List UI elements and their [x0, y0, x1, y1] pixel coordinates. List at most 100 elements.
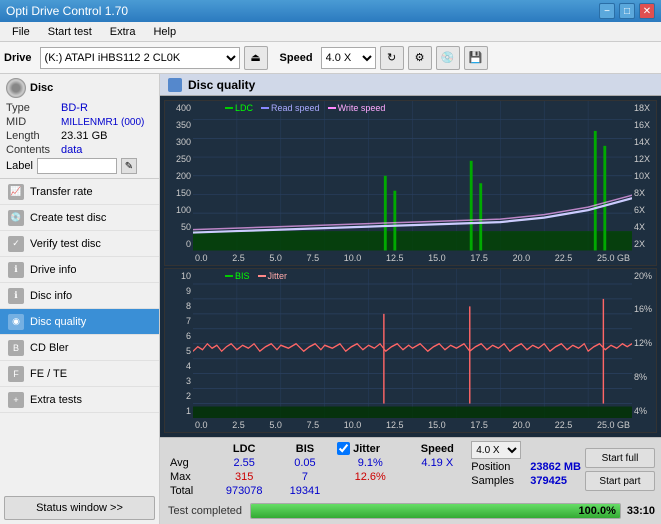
disc-info-panel: Disc Type BD-R MID MILLENMR1 (000) Lengt… [0, 74, 159, 179]
max-ldc: 315 [212, 470, 277, 484]
action-buttons: Start full Start part [585, 441, 655, 498]
cd-bler-icon: B [8, 340, 24, 356]
avg-label: Avg [166, 456, 212, 470]
position-value: 23862 MB [530, 461, 581, 473]
sidebar-item-fe-te[interactable]: F FE / TE [0, 361, 159, 387]
sidebar-item-create-test-disc[interactable]: 💿 Create test disc [0, 205, 159, 231]
contents-value: data [61, 144, 82, 156]
drive-label: Drive [4, 52, 32, 64]
close-button[interactable]: ✕ [639, 3, 655, 19]
charts-container: 400 350 300 250 200 150 100 50 0 18X 16X… [160, 96, 661, 437]
total-label: Total [166, 484, 212, 498]
speed-select[interactable]: 4.0 X [321, 47, 376, 69]
drive-select[interactable]: (K:) ATAPI iHBS112 2 CL0K [40, 47, 240, 69]
start-full-button[interactable]: Start full [585, 448, 655, 468]
menu-start-test[interactable]: Start test [40, 24, 100, 40]
mid-value: MILLENMR1 (000) [61, 117, 144, 128]
nav-label-verify-test-disc: Verify test disc [30, 238, 101, 250]
sidebar-item-drive-info[interactable]: ℹ Drive info [0, 257, 159, 283]
status-window-button[interactable]: Status window >> [4, 496, 155, 520]
total-jitter [333, 484, 407, 498]
progress-label: 100.0% [579, 504, 616, 518]
start-part-button[interactable]: Start part [585, 471, 655, 491]
stats-speed-select[interactable]: 4.0 X [471, 441, 521, 459]
fe-te-icon: F [8, 366, 24, 382]
label-label: Label [6, 160, 33, 172]
stats-row: LDC BIS Jitter Speed [166, 441, 655, 498]
verify-test-disc-icon: ✓ [8, 236, 24, 252]
contents-label: Contents [6, 144, 61, 156]
nav-label-transfer-rate: Transfer rate [30, 186, 93, 198]
nav-items: 📈 Transfer rate 💿 Create test disc ✓ Ver… [0, 179, 159, 492]
minimize-button[interactable]: − [599, 3, 615, 19]
maximize-button[interactable]: □ [619, 3, 635, 19]
top-chart-legend: LDC Read speed Write speed [225, 103, 385, 113]
time-value: 33:10 [627, 505, 655, 517]
type-value: BD-R [61, 102, 88, 114]
total-bis: 19341 [277, 484, 333, 498]
title-bar: Opti Drive Control 1.70 − □ ✕ [0, 0, 661, 22]
extra-tests-icon: + [8, 392, 24, 408]
drive-info-icon: ℹ [8, 262, 24, 278]
transfer-rate-icon: 📈 [8, 184, 24, 200]
sidebar-item-verify-test-disc[interactable]: ✓ Verify test disc [0, 231, 159, 257]
bottom-chart-y-labels: 10 9 8 7 6 5 4 3 2 1 [165, 269, 193, 419]
nav-label-disc-quality: Disc quality [30, 316, 86, 328]
label-button[interactable]: ✎ [121, 158, 137, 174]
toolbar: Drive (K:) ATAPI iHBS112 2 CL0K ⏏ Speed … [0, 42, 661, 74]
refresh-button[interactable]: ↻ [380, 46, 404, 70]
sidebar-item-cd-bler[interactable]: B CD Bler [0, 335, 159, 361]
samples-value: 379425 [530, 475, 567, 487]
sidebar: Disc Type BD-R MID MILLENMR1 (000) Lengt… [0, 74, 160, 524]
nav-label-disc-info: Disc info [30, 290, 72, 302]
speed-label: Speed [280, 52, 313, 64]
content-area: Disc quality 400 350 300 250 200 150 100… [160, 74, 661, 524]
jitter-label: Jitter [353, 443, 380, 455]
save-button[interactable]: 💾 [464, 46, 488, 70]
disc-button[interactable]: 💿 [436, 46, 460, 70]
nav-label-fe-te: FE / TE [30, 368, 67, 380]
total-ldc: 973078 [212, 484, 277, 498]
avg-bis: 0.05 [277, 456, 333, 470]
speed-position-panel: 4.0 X Position 23862 MB Samples 379425 [471, 441, 581, 498]
main-layout: Disc Type BD-R MID MILLENMR1 (000) Lengt… [0, 74, 661, 524]
bottom-chart: 10 9 8 7 6 5 4 3 2 1 20% 16% 12% 8% 4% [164, 268, 657, 434]
col-header-empty [166, 441, 212, 456]
progress-bar: 100.0% [250, 503, 621, 519]
mid-label: MID [6, 116, 61, 128]
sidebar-item-extra-tests[interactable]: + Extra tests [0, 387, 159, 413]
chart-header: Disc quality [160, 74, 661, 96]
top-chart-x-labels: 0.0 2.5 5.0 7.5 10.0 12.5 15.0 17.5 20.0… [193, 251, 632, 265]
bottom-chart-x-labels: 0.0 2.5 5.0 7.5 10.0 12.5 15.0 17.5 20.0… [193, 418, 632, 432]
chart-header-icon [168, 78, 182, 92]
type-label: Type [6, 102, 61, 114]
disc-info-icon: ℹ [8, 288, 24, 304]
jitter-checkbox[interactable] [337, 442, 350, 455]
sidebar-item-transfer-rate[interactable]: 📈 Transfer rate [0, 179, 159, 205]
bottom-chart-legend: BIS Jitter [225, 271, 287, 281]
menu-file[interactable]: File [4, 24, 38, 40]
nav-label-drive-info: Drive info [30, 264, 76, 276]
top-chart-inner: LDC Read speed Write speed [193, 101, 632, 251]
label-input[interactable] [37, 158, 117, 174]
col-header-ldc: LDC [212, 441, 277, 456]
status-text: Test completed [166, 504, 244, 518]
menu-help[interactable]: Help [145, 24, 184, 40]
length-value: 23.31 GB [61, 130, 107, 142]
sidebar-item-disc-info[interactable]: ℹ Disc info [0, 283, 159, 309]
settings-button[interactable]: ⚙ [408, 46, 432, 70]
jitter-check-col: Jitter [333, 441, 407, 456]
top-chart: 400 350 300 250 200 150 100 50 0 18X 16X… [164, 100, 657, 266]
app-title: Opti Drive Control 1.70 [6, 4, 128, 18]
disc-panel-title: Disc [30, 82, 53, 94]
nav-label-extra-tests: Extra tests [30, 394, 82, 406]
create-test-disc-icon: 💿 [8, 210, 24, 226]
sidebar-item-disc-quality[interactable]: ◉ Disc quality [0, 309, 159, 335]
eject-button[interactable]: ⏏ [244, 46, 268, 70]
samples-label: Samples [471, 475, 526, 487]
menu-extra[interactable]: Extra [102, 24, 144, 40]
chart-title: Disc quality [188, 78, 255, 92]
menu-bar: File Start test Extra Help [0, 22, 661, 42]
window-controls: − □ ✕ [599, 3, 655, 19]
max-label: Max [166, 470, 212, 484]
